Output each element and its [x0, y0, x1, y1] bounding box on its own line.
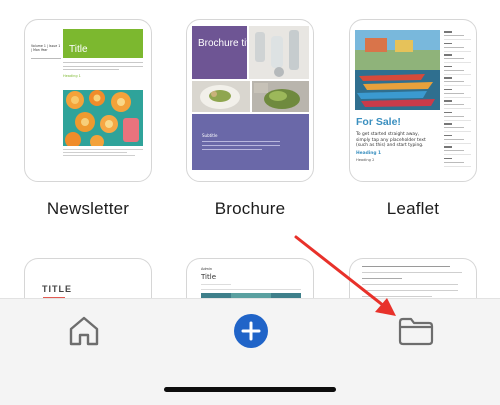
memo-line	[201, 289, 301, 290]
brochure-label[interactable]: Brochure	[170, 199, 330, 219]
plus-icon	[241, 321, 261, 341]
home-indicator	[164, 387, 336, 392]
newsletter-heading: Heading 1	[63, 74, 81, 78]
brochure-line	[202, 141, 280, 142]
newsletter-label[interactable]: Newsletter	[8, 199, 168, 219]
leaflet-body-text: To get started straight away, simply tap…	[356, 132, 426, 148]
leaflet-template-card[interactable]: For Sale! To get started straight away, …	[349, 19, 477, 182]
memo-line	[201, 284, 231, 285]
newsletter-issue-info: Volume 1 | Issue 1 | Mon Year	[31, 44, 61, 59]
salad-bowl-photo	[252, 81, 309, 112]
newsletter-caption-lines	[63, 149, 143, 158]
fruit-photo	[63, 90, 143, 146]
glassware-photo	[249, 26, 309, 79]
brochure-subtitle-block	[192, 114, 309, 170]
report-title: TITLE	[42, 284, 72, 294]
doc-line	[362, 272, 462, 273]
food-plate-photo	[192, 81, 250, 112]
home-button[interactable]	[67, 314, 101, 348]
folder-icon	[398, 317, 434, 346]
divider	[31, 58, 61, 59]
leaflet-title: For Sale!	[356, 116, 401, 128]
brochure-line	[202, 149, 262, 150]
doc-line	[362, 284, 458, 285]
brochure-template-card[interactable]: Brochure title Subtitle	[186, 19, 314, 182]
leaflet-subheading: Heading 2	[356, 158, 375, 162]
create-new-button[interactable]	[234, 314, 268, 348]
newsletter-body-lines	[63, 62, 143, 73]
brochure-line	[202, 145, 280, 146]
newsletter-title: Title	[69, 44, 88, 55]
newsletter-issue-text: Volume 1 | Issue 1 | Mon Year	[31, 44, 61, 52]
newsletter-template-card[interactable]: Volume 1 | Issue 1 | Mon Year Title Head…	[24, 19, 152, 182]
doc-line	[362, 296, 432, 297]
brochure-subtitle: Subtitle	[202, 133, 218, 138]
memo-title: Title	[201, 273, 217, 281]
doc-line	[362, 290, 458, 291]
home-icon	[69, 316, 99, 346]
doc-line	[362, 278, 402, 279]
leaflet-tear-off-column	[444, 30, 471, 168]
files-button[interactable]	[398, 316, 434, 346]
memo-small-title: Admin	[201, 267, 213, 271]
leaflet-heading: Heading 1	[356, 151, 382, 156]
boats-photo	[355, 30, 440, 110]
brochure-title-block	[192, 26, 247, 79]
leaflet-label[interactable]: Leaflet	[333, 199, 493, 219]
doc-header-line	[362, 266, 450, 267]
